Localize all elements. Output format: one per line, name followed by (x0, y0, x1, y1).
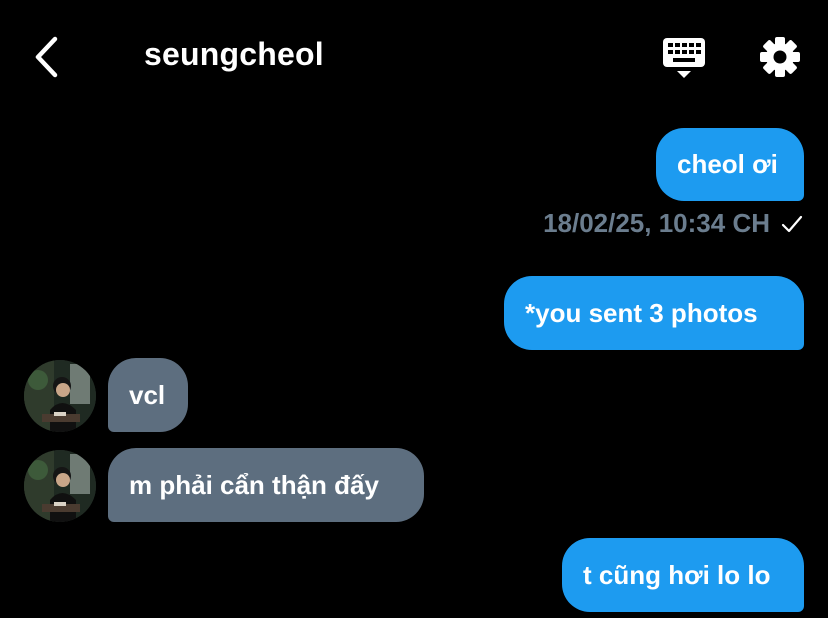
message-timestamp: 18/02/25, 10:34 CH (543, 208, 804, 239)
avatar-photo (24, 360, 96, 432)
timestamp-text: 18/02/25, 10:34 CH (543, 208, 770, 238)
conversation-header: seungcheol (0, 0, 828, 110)
avatar[interactable] (24, 360, 96, 432)
message-text: t cũng hơi lo lo (583, 559, 771, 590)
avatar[interactable] (24, 450, 96, 522)
back-button[interactable] (24, 30, 68, 84)
message-text: cheol ơi (677, 149, 778, 179)
avatar-photo (24, 450, 96, 522)
settings-button[interactable] (756, 34, 804, 80)
keyboard-icon (663, 38, 705, 78)
message-text: m phải cẩn thận đấy (129, 469, 379, 500)
chevron-left-icon (35, 36, 58, 78)
gear-icon (760, 37, 800, 77)
message-bubble-received[interactable]: m phải cẩn thận đấy (108, 448, 424, 522)
check-icon (781, 215, 803, 232)
conversation-title: seungcheol (144, 36, 324, 72)
message-bubble-sent[interactable]: t cũng hơi lo lo (562, 538, 804, 612)
message-bubble-sent[interactable]: *you sent 3 photos (504, 276, 804, 350)
message-bubble-received[interactable]: vcl (108, 358, 188, 432)
keyboard-button[interactable] (660, 36, 708, 80)
message-text: vcl (129, 379, 166, 410)
dm-screen: seungcheol cheol ơi 18/02/25, 10:34 CH *… (0, 0, 828, 618)
message-text: *you sent 3 photos (525, 297, 758, 328)
message-bubble-sent[interactable]: cheol ơi (656, 128, 804, 201)
